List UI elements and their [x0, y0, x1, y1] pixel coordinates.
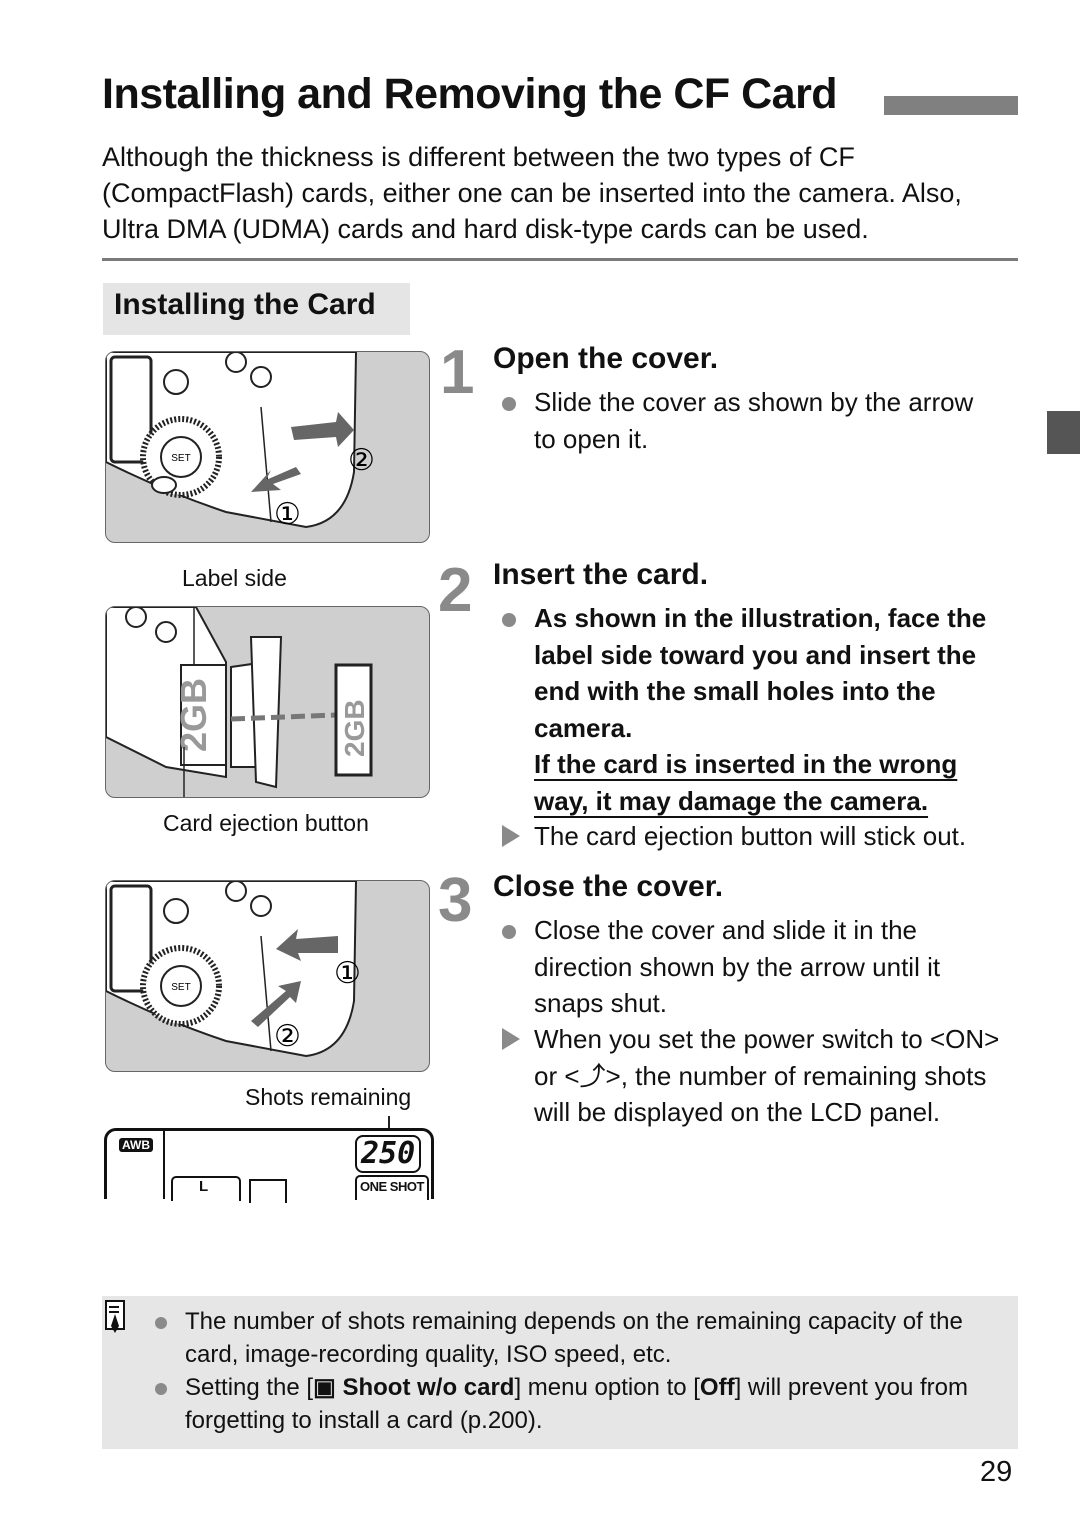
warning-text: If the card is inserted in the wrong way… — [534, 749, 958, 816]
card-label: 2GB — [339, 699, 370, 757]
title-decoration-bar — [884, 96, 1018, 115]
step-bullet: As shown in the illustration, face the l… — [502, 600, 1014, 819]
lcd-panel: AWB 250 ONE SHOT L — [104, 1128, 434, 1203]
bullet-dot-icon — [502, 925, 516, 939]
set-button-label: SET — [171, 982, 190, 993]
note-item: The number of shots remaining depends on… — [155, 1305, 1005, 1371]
shooting-menu-icon: ▣ — [313, 1374, 336, 1401]
menu-option-name: Shoot w/o card — [342, 1374, 515, 1401]
memo-pencil-icon — [105, 1300, 127, 1334]
step-number: 1 — [440, 338, 475, 407]
step-heading: Open the cover. — [493, 342, 719, 375]
set-button-label: SET — [171, 453, 190, 464]
page-number: 29 — [980, 1456, 1013, 1488]
bullet-dot-icon — [155, 1383, 167, 1395]
section-heading-text: Installing the Card — [114, 288, 376, 321]
menu-option-value: Off — [699, 1374, 735, 1401]
power-switch-icon: ⤴ — [579, 1060, 606, 1091]
step-result: The card ejection button will stick out. — [502, 818, 1034, 855]
illustration-close-cover: SET ① ② — [105, 880, 430, 1072]
label-side-caption: Label side — [182, 565, 287, 591]
chapter-tab — [1047, 411, 1080, 454]
callout-1: ① — [334, 957, 361, 990]
shots-remaining-value: 250 — [355, 1135, 422, 1173]
shots-remaining-caption: Shots remaining — [245, 1084, 412, 1110]
bullet-dot-icon — [502, 397, 516, 411]
illustration-open-cover: SET ② ① — [105, 351, 430, 543]
callout-1: ① — [274, 498, 301, 531]
step-result: When you set the power switch to <ON> or… — [502, 1021, 1004, 1131]
card-ejection-caption: Card ejection button — [163, 810, 369, 836]
note-item: Setting the [▣ Shoot w/o card] menu opti… — [155, 1371, 1005, 1437]
divider — [102, 258, 1018, 261]
af-mode-indicator: ONE SHOT — [355, 1175, 429, 1200]
step-heading: Close the cover. — [493, 870, 724, 903]
bullet-dot-icon — [502, 613, 516, 627]
illustration-insert-card: 2GB 2GB — [105, 606, 430, 798]
section-heading: Installing the Card — [103, 283, 410, 335]
page-title: Installing and Removing the CF Card — [102, 70, 838, 118]
result-triangle-icon — [502, 1028, 520, 1050]
bullet-dot-icon — [155, 1317, 167, 1329]
lcd-divider — [163, 1131, 165, 1199]
callout-2: ② — [348, 444, 375, 477]
step-heading: Insert the card. — [493, 558, 709, 591]
step-number: 3 — [438, 866, 473, 935]
awb-indicator: AWB — [119, 1138, 153, 1152]
step-bullet: Close the cover and slide it in the dire… — [502, 912, 999, 1022]
step-bullet: Slide the cover as shown by the arrow to… — [502, 384, 974, 457]
callout-2: ② — [274, 1020, 301, 1053]
card-label-inserted: 2GB — [173, 678, 214, 752]
quality-indicator: L — [171, 1176, 241, 1201]
metering-icon — [249, 1179, 287, 1203]
result-triangle-icon — [502, 825, 520, 847]
step-number: 2 — [438, 556, 473, 625]
intro-paragraph: Although the thickness is different betw… — [102, 142, 962, 244]
